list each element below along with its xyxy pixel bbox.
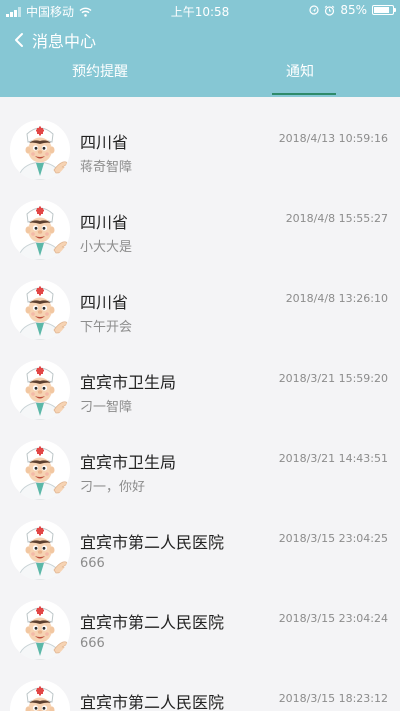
battery-fill xyxy=(374,7,389,13)
message-title: 宜宾市第二人民医院 xyxy=(80,613,225,632)
message-item[interactable]: 宜宾市第二人民医院 666 2018/3/15 23:04:25 xyxy=(0,500,400,580)
message-title: 宜宾市第二人民医院 xyxy=(80,533,225,552)
message-subtitle: 下午开会 xyxy=(80,320,133,335)
message-time: 2018/3/21 14:43:51 xyxy=(278,452,388,465)
chevron-left-icon xyxy=(15,33,23,47)
message-item[interactable]: 宜宾市第二人民医院 2018/3/15 18:23:12 xyxy=(0,660,400,711)
doctor-avatar-icon xyxy=(10,120,70,180)
doctor-avatar-icon xyxy=(10,200,70,260)
message-subtitle: 666 xyxy=(80,636,105,651)
message-time: 2018/3/15 18:23:12 xyxy=(278,692,388,705)
message-time: 2018/4/8 15:55:27 xyxy=(285,212,388,225)
message-title: 四川省 xyxy=(80,213,129,232)
message-item[interactable]: 四川省蒋奇智障 2018/4/13 10:59:16 xyxy=(0,100,400,180)
nav-bar: 消息中心 xyxy=(0,26,400,56)
top-bar: 中国移动 上午10:58 85% 消息中心 预约提醒 通知 xyxy=(0,0,400,97)
message-title: 四川省 xyxy=(80,293,129,312)
message-item[interactable]: 宜宾市第二人民医院 666 2018/3/15 23:04:24 xyxy=(0,580,400,660)
tab-appointment-reminder[interactable]: 预约提醒 xyxy=(0,58,200,97)
doctor-avatar-icon xyxy=(10,600,70,660)
message-subtitle: 刁一，你好 xyxy=(80,480,146,495)
message-title: 宜宾市卫生局 xyxy=(80,373,177,392)
doctor-avatar-icon xyxy=(10,280,70,340)
active-tab-indicator xyxy=(272,93,336,95)
page-title: 消息中心 xyxy=(32,32,97,51)
message-time: 2018/4/13 10:59:16 xyxy=(278,132,388,145)
status-bar: 中国移动 上午10:58 85% xyxy=(0,0,400,20)
message-title: 宜宾市第二人民医院 xyxy=(80,693,225,711)
message-subtitle: 刁一智障 xyxy=(80,400,133,415)
message-item[interactable]: 四川省下午开会 2018/4/8 13:26:10 xyxy=(0,260,400,340)
screen: 中国移动 上午10:58 85% 消息中心 预约提醒 通知 四川省 蒋奇智障 2… xyxy=(0,0,400,711)
tab-notifications[interactable]: 通知 xyxy=(200,58,400,97)
message-item[interactable]: 宜宾市卫生局刁一，你好 2018/3/21 14:43:51 xyxy=(0,420,400,500)
message-item[interactable]: 宜宾市卫生局刁一智障 2018/3/21 15:59:20 xyxy=(0,340,400,420)
back-button[interactable]: 消息中心 xyxy=(14,28,96,52)
doctor-avatar-icon xyxy=(10,680,70,711)
doctor-avatar-icon xyxy=(10,520,70,580)
status-right: 85% xyxy=(309,3,396,17)
message-time: 2018/3/15 23:04:25 xyxy=(278,532,388,545)
doctor-avatar-icon xyxy=(10,440,70,500)
battery-percent: 85% xyxy=(340,3,367,17)
message-subtitle: 小大大是 xyxy=(80,240,133,255)
tab-notifications-label: 通知 xyxy=(286,64,314,80)
battery-icon xyxy=(372,5,396,15)
message-item[interactable]: 四川省小大大是 2018/4/8 15:55:27 xyxy=(0,180,400,260)
alarm-icon xyxy=(324,5,335,16)
tab-bar: 预约提醒 通知 xyxy=(0,58,400,97)
message-subtitle: 666 xyxy=(80,556,105,571)
message-time: 2018/3/15 23:04:24 xyxy=(278,612,388,625)
location-icon xyxy=(309,5,319,15)
doctor-avatar-icon xyxy=(10,360,70,420)
message-title: 四川省 xyxy=(80,133,129,152)
message-time: 2018/3/21 15:59:20 xyxy=(278,372,388,385)
message-title: 宜宾市卫生局 xyxy=(80,453,177,472)
message-list: 四川省 蒋奇智障 2018/4/13 10:59:16 四川省 小大大是 2018/4/… xyxy=(0,100,400,711)
message-time: 2018/4/8 13:26:10 xyxy=(285,292,388,305)
message-subtitle: 蒋奇智障 xyxy=(80,160,133,175)
